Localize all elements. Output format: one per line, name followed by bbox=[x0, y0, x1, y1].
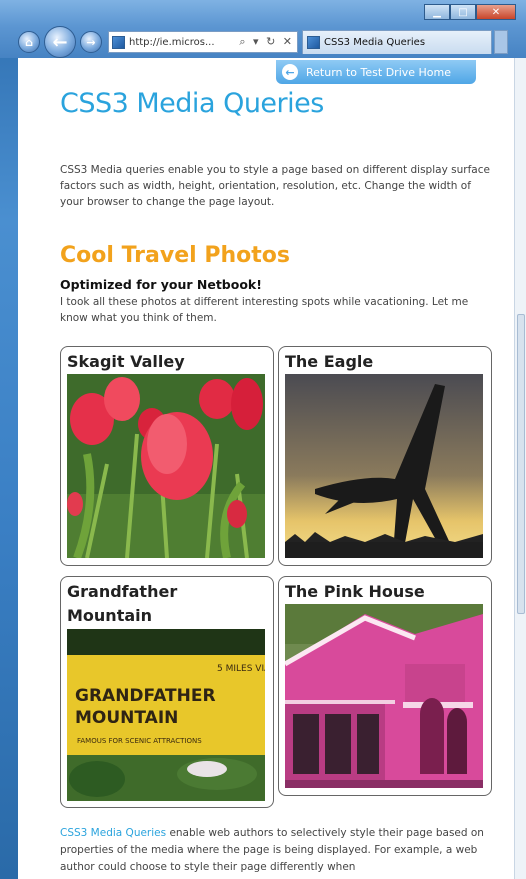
css3-media-queries-link[interactable]: CSS3 Media Queries bbox=[60, 827, 166, 839]
back-arrow-icon: ← bbox=[52, 31, 68, 53]
photo-title: Grandfather Mountain bbox=[67, 582, 178, 625]
photo-title: Skagit Valley bbox=[67, 352, 185, 371]
return-to-test-drive-button[interactable]: ← Return to Test Drive Home bbox=[276, 60, 476, 84]
forward-button[interactable]: → bbox=[80, 31, 102, 53]
close-icon: ✕ bbox=[491, 6, 501, 18]
tulips-photo bbox=[67, 374, 265, 558]
photo-card-skagit-valley: Skagit Valley bbox=[60, 346, 274, 566]
footer-paragraph: CSS3 Media Queries enable web authors to… bbox=[60, 825, 500, 876]
window-controls: ▁ □ ✕ bbox=[424, 4, 516, 20]
tab-css3-media-queries[interactable]: CSS3 Media Queries bbox=[302, 30, 492, 54]
section-subtitle: Optimized for your Netbook! bbox=[60, 277, 262, 292]
section-title: Cool Travel Photos bbox=[60, 243, 290, 268]
address-controls[interactable]: ⌕ ▾ ↻ ✕ bbox=[239, 35, 294, 49]
sign-line-1: GRANDFATHER bbox=[75, 686, 216, 706]
close-window-button[interactable]: ✕ bbox=[476, 4, 516, 20]
svg-text:5 MILES VIA US-: 5 MILES VIA US- bbox=[217, 664, 265, 674]
pink-house-photo bbox=[285, 604, 483, 788]
site-favicon-icon bbox=[112, 35, 125, 49]
eagle-sculpture-photo bbox=[285, 374, 483, 558]
return-arrow-icon: ← bbox=[282, 64, 298, 80]
intro-paragraph: CSS3 Media queries enable you to style a… bbox=[60, 164, 490, 208]
section-description: I took all these photos at different int… bbox=[60, 296, 469, 324]
vertical-scrollbar[interactable] bbox=[514, 58, 526, 879]
photo-card-the-eagle: The Eagle bbox=[278, 346, 492, 566]
tab-favicon-icon bbox=[307, 36, 320, 49]
page-title: CSS3 Media Queries bbox=[60, 88, 324, 119]
window-titlebar: ▁ □ ✕ ⌂ ← → http://ie.micros... ⌕ ▾ ↻ ✕ … bbox=[0, 0, 526, 58]
minimize-icon: ▁ bbox=[433, 6, 441, 18]
navigation-bar: ⌂ ← → http://ie.micros... ⌕ ▾ ↻ ✕ CSS3 M… bbox=[18, 26, 526, 58]
scrollbar-thumb[interactable] bbox=[517, 314, 525, 614]
photo-title: The Pink House bbox=[285, 582, 425, 601]
return-button-label: Return to Test Drive Home bbox=[306, 65, 452, 79]
sign-line-2: MOUNTAIN bbox=[75, 708, 178, 728]
page-content: ← Return to Test Drive Home CSS3 Media Q… bbox=[18, 58, 514, 879]
back-button[interactable]: ← bbox=[44, 26, 76, 58]
minimize-button[interactable]: ▁ bbox=[424, 4, 450, 20]
maximize-icon: □ bbox=[458, 6, 468, 18]
home-icon[interactable]: ⌂ bbox=[18, 31, 40, 53]
svg-text:FAMOUS FOR SCENIC ATTRACTIONS: FAMOUS FOR SCENIC ATTRACTIONS bbox=[77, 737, 202, 745]
photo-title: The Eagle bbox=[285, 352, 374, 371]
tab-label: CSS3 Media Queries bbox=[324, 37, 426, 48]
forward-arrow-icon: → bbox=[86, 35, 96, 49]
photo-card-grandfather-mountain: Grandfather Mountain 5 MILES VIA US- GRA… bbox=[60, 576, 274, 808]
photo-card-the-pink-house: The Pink House bbox=[278, 576, 492, 796]
grandfather-mountain-sign-photo: 5 MILES VIA US- GRANDFATHER MOUNTAIN FAM… bbox=[67, 629, 265, 801]
maximize-button[interactable]: □ bbox=[450, 4, 476, 20]
new-tab-button[interactable] bbox=[494, 30, 508, 54]
address-url[interactable]: http://ie.micros... bbox=[129, 37, 239, 48]
address-bar[interactable]: http://ie.micros... ⌕ ▾ ↻ ✕ bbox=[108, 31, 298, 53]
